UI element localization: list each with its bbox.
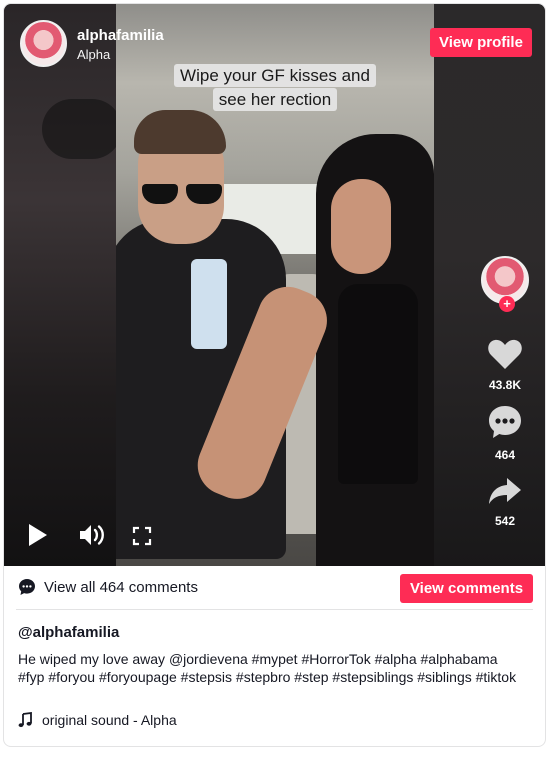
sound-name[interactable]: original sound - Alpha [42, 712, 177, 728]
share-action[interactable]: 542 [480, 476, 530, 528]
comment-icon[interactable] [487, 404, 523, 440]
woman-face [331, 179, 391, 274]
share-count: 542 [494, 514, 516, 528]
post-card: alphafamilia Alpha View profile Wipe you… [3, 3, 546, 747]
comment-action[interactable]: 464 [480, 404, 530, 462]
comment-bubble-icon [19, 579, 35, 595]
post-handle[interactable]: @alphafamilia [18, 624, 119, 641]
man-shirt [191, 259, 227, 349]
woman-top [338, 284, 418, 484]
author-info[interactable]: alphafamilia Alpha [20, 20, 164, 67]
author-text: alphafamilia Alpha [77, 26, 164, 62]
creator-avatar-button[interactable]: + [481, 256, 529, 312]
post-description: He wiped my love away @jordievena #mypet… [18, 651, 517, 685]
comment-count: 464 [494, 448, 516, 462]
like-count: 43.8K [488, 378, 522, 392]
sound-link[interactable]: original sound - Alpha [18, 712, 177, 728]
author-username[interactable]: alphafamilia [77, 26, 164, 45]
view-all-comments-link[interactable]: View all 464 comments [18, 578, 198, 596]
fullscreen-icon[interactable] [132, 526, 152, 546]
caption-line-1: Wipe your GF kisses and [174, 64, 376, 87]
view-all-comments-label[interactable]: View all 464 comments [44, 579, 198, 596]
video-blur-left [4, 4, 124, 566]
follow-plus-icon[interactable]: + [499, 296, 515, 312]
author-avatar[interactable] [20, 20, 67, 67]
view-comments-button[interactable]: View comments [400, 574, 533, 603]
caption-line-2: see her rection [212, 88, 338, 111]
side-actions: + 43.8K 464 542 [480, 256, 530, 528]
play-icon[interactable] [26, 522, 50, 548]
man-hair [134, 110, 226, 154]
music-note-icon [18, 712, 32, 728]
view-profile-button[interactable]: View profile [430, 28, 532, 57]
comments-bar: View all 464 comments View comments [16, 574, 533, 610]
video-caption: Wipe your GF kisses and see her rection [168, 64, 382, 112]
share-icon[interactable] [487, 476, 523, 506]
author-display-name: Alpha [77, 46, 111, 62]
video-controls [26, 522, 166, 550]
volume-icon[interactable] [78, 522, 106, 548]
video-player[interactable]: alphafamilia Alpha View profile Wipe you… [4, 4, 545, 566]
sunglasses [142, 184, 224, 204]
like-action[interactable]: 43.8K [480, 338, 530, 392]
heart-icon[interactable] [487, 338, 523, 370]
